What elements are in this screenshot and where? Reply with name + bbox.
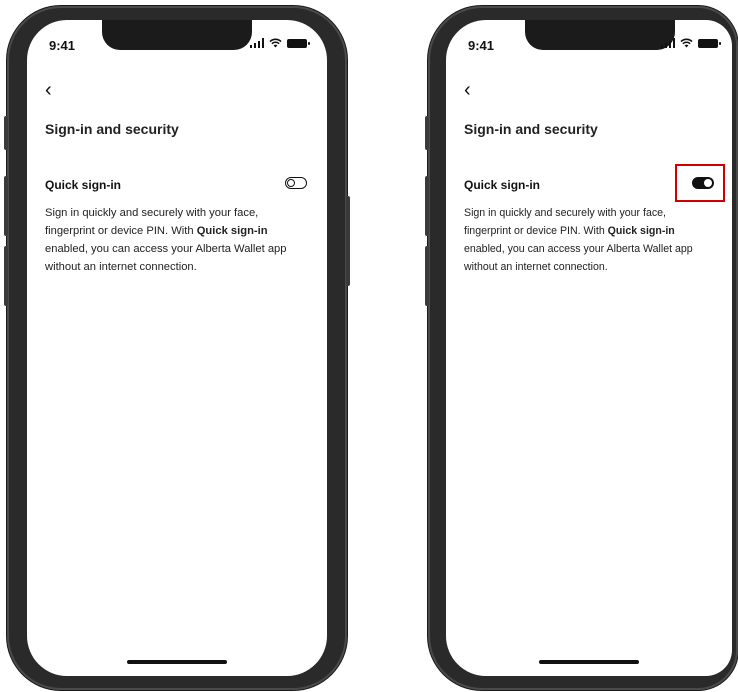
status-icons <box>660 38 721 48</box>
quick-signin-description: Sign in quickly and securely with your f… <box>464 204 716 276</box>
side-button <box>4 176 8 236</box>
wifi-icon <box>680 38 693 48</box>
quick-signin-label: Quick sign-in <box>45 178 122 192</box>
phone-frame-right: 9:41 ‹ Sign-in and security Quick sign-i… <box>425 6 738 690</box>
signal-icon <box>660 38 675 48</box>
side-button <box>425 176 429 236</box>
page-title: Sign-in and security <box>464 121 598 137</box>
wifi-icon <box>269 38 282 48</box>
status-icons <box>249 38 310 48</box>
phone-screen: 9:41 ‹ Sign-in and security Quick sign-i… <box>27 20 327 676</box>
back-chevron-icon[interactable]: ‹ <box>45 80 52 100</box>
desc-text: enabled, you can access your Alberta Wal… <box>464 243 693 273</box>
side-button <box>425 246 429 306</box>
side-button <box>4 116 8 150</box>
phone-screen: 9:41 ‹ Sign-in and security Quick sign-i… <box>446 20 732 676</box>
side-button <box>4 246 8 306</box>
battery-icon <box>287 38 310 48</box>
signal-icon <box>249 38 264 48</box>
home-indicator[interactable] <box>127 660 227 664</box>
phone-frame-left: 9:41 ‹ Sign-in and security Quick sign-i… <box>4 6 350 690</box>
quick-signin-toggle[interactable] <box>285 177 307 189</box>
side-button <box>346 196 350 286</box>
notch <box>102 20 252 50</box>
highlight-box <box>675 164 725 202</box>
toggle-knob <box>287 178 295 187</box>
status-time: 9:41 <box>49 38 76 53</box>
side-button <box>425 116 429 150</box>
notch <box>525 20 676 50</box>
back-chevron-icon[interactable]: ‹ <box>464 80 471 100</box>
desc-text: enabled, you can access your Alberta Wal… <box>45 243 287 273</box>
quick-signin-description: Sign in quickly and securely with your f… <box>45 204 311 276</box>
desc-bold: Quick sign-in <box>196 225 268 237</box>
battery-icon <box>698 38 721 48</box>
quick-signin-label: Quick sign-in <box>464 178 541 192</box>
home-indicator[interactable] <box>539 660 639 664</box>
status-time: 9:41 <box>468 38 495 53</box>
desc-bold: Quick sign-in <box>607 225 675 237</box>
page-title: Sign-in and security <box>45 121 179 137</box>
